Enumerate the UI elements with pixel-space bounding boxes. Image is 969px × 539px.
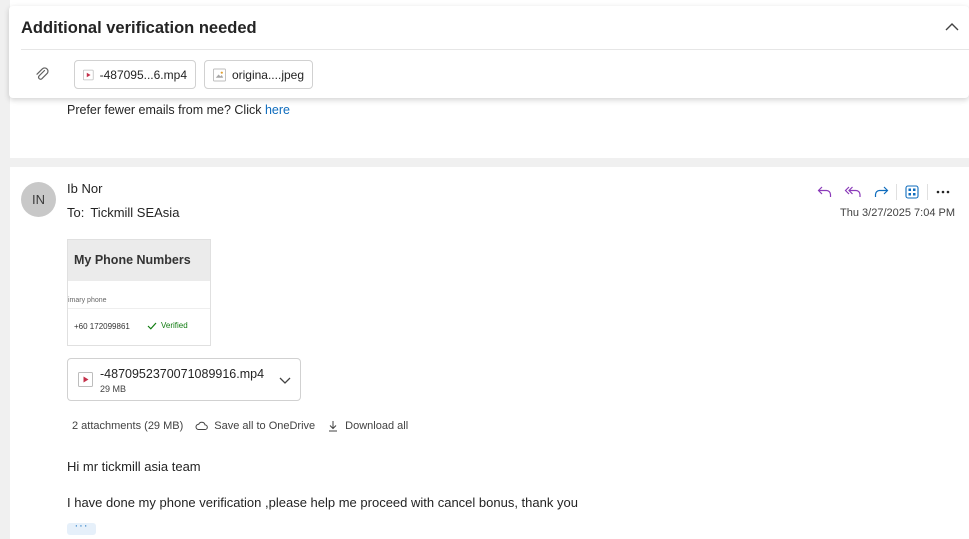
message-body-greeting: Hi mr tickmill asia team	[67, 459, 201, 474]
chevron-up-icon[interactable]	[943, 18, 961, 36]
video-file-icon	[78, 372, 93, 387]
recipient-name[interactable]: Tickmill SEAsia	[90, 205, 179, 220]
banner-title: Additional verification needed	[21, 19, 257, 37]
footer-text: Prefer fewer emails from me? Click	[67, 103, 265, 117]
message-date: Thu 3/27/2025 7:04 PM	[840, 207, 955, 219]
image-file-icon	[213, 68, 226, 81]
apps-button[interactable]	[898, 182, 926, 202]
avatar[interactable]: IN	[21, 182, 56, 217]
unsubscribe-link[interactable]: here	[265, 103, 290, 117]
attachment-size: 29 MB	[100, 384, 127, 394]
inline-image-divider	[68, 308, 210, 309]
inline-image-phone: +60 172099861	[74, 322, 130, 331]
message-body-text: I have done my phone verification ,pleas…	[67, 495, 578, 510]
reply-icon	[817, 186, 832, 197]
more-actions-button[interactable]	[929, 182, 957, 202]
attachments-summary: 2 attachments (29 MB)	[72, 420, 184, 432]
download-all-button[interactable]: Download all	[327, 420, 408, 432]
recipient-line: To: Tickmill SEAsia	[67, 205, 179, 220]
sender-name[interactable]: Ib Nor	[67, 181, 102, 196]
action-separator	[896, 184, 897, 200]
video-file-icon	[83, 69, 94, 80]
download-icon	[329, 421, 338, 432]
attachment-name: origina....jpeg	[231, 67, 304, 82]
download-all-label: Download all	[345, 420, 409, 432]
more-horizontal-icon	[936, 190, 950, 194]
to-label: To:	[67, 205, 85, 220]
message-card: IN Ib Nor To: Tickmill SEAsia Thu 3/27/2…	[10, 167, 969, 539]
action-separator	[927, 184, 928, 200]
banner-attachment-video[interactable]: -487095...6.mp4	[74, 60, 196, 89]
chevron-down-icon[interactable]	[278, 373, 292, 387]
verified-label: Verified	[161, 321, 188, 330]
verified-badge: Verified	[147, 321, 188, 330]
save-all-onedrive-button[interactable]: Save all to OneDrive	[195, 420, 315, 432]
banner-divider	[21, 49, 969, 50]
inline-image-sublabel: imary phone	[68, 297, 107, 304]
reply-button[interactable]	[811, 182, 839, 202]
attachment-name: -487095...6.mp4	[99, 67, 187, 82]
cloud-icon	[195, 421, 209, 430]
save-all-label: Save all to OneDrive	[214, 420, 316, 432]
inline-image-heading: My Phone Numbers	[68, 240, 210, 281]
verification-banner: Additional verification needed -487095..…	[9, 6, 969, 98]
unsubscribe-footer: Prefer fewer emails from me? Click here	[67, 103, 290, 117]
message-actions	[811, 182, 957, 202]
apps-grid-icon	[905, 185, 919, 199]
show-quoted-text-button[interactable]: ···	[67, 521, 96, 535]
banner-attachment-image[interactable]: origina....jpeg	[204, 60, 313, 89]
attachment-card[interactable]: -4870952370071089916.mp4 29 MB	[67, 358, 301, 401]
reply-all-button[interactable]	[839, 182, 867, 202]
reply-all-icon	[844, 186, 861, 197]
paperclip-icon	[36, 67, 49, 80]
inline-image[interactable]: My Phone Numbers imary phone +60 1720998…	[67, 239, 211, 346]
forward-icon	[874, 186, 889, 197]
attachment-name: -4870952370071089916.mp4	[100, 367, 265, 381]
attachments-bar: 2 attachments (29 MB) Save all to OneDri…	[72, 420, 420, 432]
forward-button[interactable]	[867, 182, 895, 202]
checkmark-icon	[147, 322, 157, 330]
